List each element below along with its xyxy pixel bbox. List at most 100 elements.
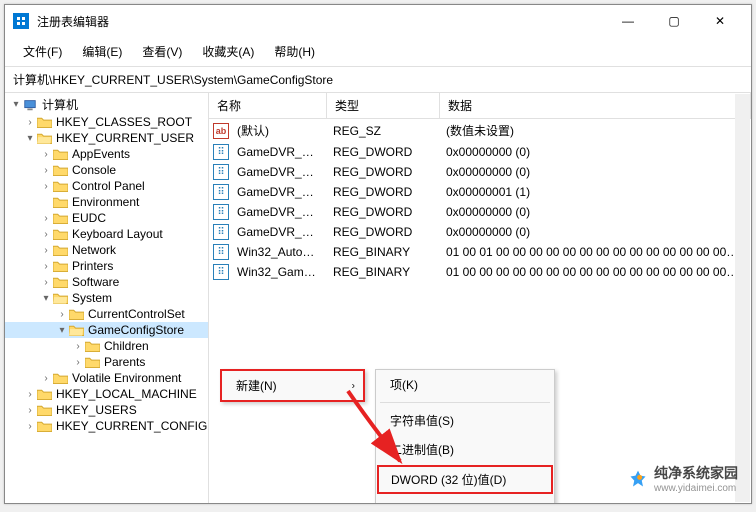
- tree-parents[interactable]: ›Parents: [5, 354, 208, 370]
- tree-system[interactable]: ▾System: [5, 290, 208, 306]
- folder-icon: [53, 195, 69, 209]
- folder-icon: [85, 355, 101, 369]
- context-menu-new: 新建(N)›: [220, 369, 365, 402]
- regedit-window: 注册表编辑器 — ▢ ✕ 文件(F) 编辑(E) 查看(V) 收藏夹(A) 帮助…: [4, 4, 752, 504]
- titlebar: 注册表编辑器 — ▢ ✕: [5, 5, 751, 37]
- ctx-dword[interactable]: DWORD (32 位)值(D): [377, 465, 553, 494]
- tree-children[interactable]: ›Children: [5, 338, 208, 354]
- string-value-icon: [213, 123, 229, 139]
- value-name: GameDVR_DX…: [231, 144, 327, 160]
- col-type[interactable]: 类型: [327, 93, 440, 118]
- tree-hkcu[interactable]: ▾HKEY_CURRENT_USER: [5, 130, 208, 146]
- folder-open-icon: [69, 323, 85, 337]
- separator: [380, 402, 550, 403]
- binary-value-icon: [213, 204, 229, 220]
- menubar: 文件(F) 编辑(E) 查看(V) 收藏夹(A) 帮助(H): [5, 37, 751, 67]
- binary-value-icon: [213, 264, 229, 280]
- value-type: REG_SZ: [327, 123, 440, 139]
- value-type: REG_DWORD: [327, 204, 440, 220]
- tree-appevents[interactable]: ›AppEvents: [5, 146, 208, 162]
- tree-printers[interactable]: ›Printers: [5, 258, 208, 274]
- chevron-right-icon: ›: [352, 380, 355, 391]
- ctx-string[interactable]: 字符串值(S): [376, 406, 554, 435]
- folder-icon: [53, 275, 69, 289]
- folder-icon: [53, 163, 69, 177]
- tree-gameconfigstore[interactable]: ▾GameConfigStore: [5, 322, 208, 338]
- menu-favorites[interactable]: 收藏夹(A): [192, 39, 264, 64]
- value-data: 0x00000000 (0): [440, 224, 751, 240]
- folder-icon: [37, 387, 53, 401]
- tree-controlpanel[interactable]: ›Control Panel: [5, 178, 208, 194]
- minimize-button[interactable]: —: [605, 5, 651, 37]
- folder-icon: [53, 147, 69, 161]
- value-name: Win32_AutoGa…: [231, 244, 327, 260]
- tree-ccs[interactable]: ›CurrentControlSet: [5, 306, 208, 322]
- folder-icon: [53, 371, 69, 385]
- folder-icon: [53, 211, 69, 225]
- value-row[interactable]: GameDVR_DX…REG_DWORD0x00000000 (0): [209, 142, 751, 162]
- binary-value-icon: [213, 144, 229, 160]
- app-icon: [13, 13, 29, 29]
- value-name: GameDVR_Ho…: [231, 224, 327, 240]
- value-data: 0x00000000 (0): [440, 164, 751, 180]
- folder-icon: [53, 227, 69, 241]
- value-row[interactable]: Win32_AutoGa…REG_BINARY01 00 01 00 00 00…: [209, 242, 751, 262]
- value-name: GameDVR_Ena…: [231, 184, 327, 200]
- value-row[interactable]: GameDVR_EFS…REG_DWORD0x00000000 (0): [209, 162, 751, 182]
- value-data: 01 00 01 00 00 00 00 00 00 00 00 00 00 0…: [440, 244, 751, 260]
- folder-icon: [53, 259, 69, 273]
- tree-root[interactable]: ▾计算机: [5, 95, 208, 114]
- list-header: 名称 类型 数据: [209, 93, 751, 119]
- tree-console[interactable]: ›Console: [5, 162, 208, 178]
- tree-hkcr[interactable]: ›HKEY_CLASSES_ROOT: [5, 114, 208, 130]
- watermark-title: 纯净系统家园: [654, 463, 738, 483]
- tree-software[interactable]: ›Software: [5, 274, 208, 290]
- tree-eudc[interactable]: ›EUDC: [5, 210, 208, 226]
- tree-network[interactable]: ›Network: [5, 242, 208, 258]
- value-name: GameDVR_FSE…: [231, 204, 327, 220]
- binary-value-icon: [213, 244, 229, 260]
- folder-icon: [37, 403, 53, 417]
- folder-icon: [37, 115, 53, 129]
- folder-icon: [53, 179, 69, 193]
- ctx-new[interactable]: 新建(N)›: [222, 371, 363, 400]
- ctx-qword[interactable]: QWORD (64 位)值(Q): [376, 495, 554, 503]
- value-data: 0x00000000 (0): [440, 204, 751, 220]
- col-data[interactable]: 数据: [440, 93, 751, 118]
- tree-hkcc[interactable]: ›HKEY_CURRENT_CONFIG: [5, 418, 208, 434]
- ctx-key[interactable]: 项(K): [376, 370, 554, 399]
- binary-value-icon: [213, 224, 229, 240]
- folder-open-icon: [53, 291, 69, 305]
- value-row[interactable]: GameDVR_Ho…REG_DWORD0x00000000 (0): [209, 222, 751, 242]
- col-name[interactable]: 名称: [209, 93, 327, 118]
- tree-environment[interactable]: Environment: [5, 194, 208, 210]
- value-row[interactable]: Win32_GameM…REG_BINARY01 00 00 00 00 00 …: [209, 262, 751, 282]
- menu-help[interactable]: 帮助(H): [264, 39, 325, 64]
- value-data: (数值未设置): [440, 121, 751, 140]
- maximize-button[interactable]: ▢: [651, 5, 697, 37]
- watermark-url: www.yidaimei.com: [654, 483, 738, 494]
- tree-volatile[interactable]: ›Volatile Environment: [5, 370, 208, 386]
- context-submenu: 项(K) 字符串值(S) 二进制值(B) DWORD (32 位)值(D) QW…: [375, 369, 555, 503]
- menu-edit[interactable]: 编辑(E): [72, 39, 132, 64]
- menu-file[interactable]: 文件(F): [13, 39, 72, 64]
- value-row[interactable]: GameDVR_FSE…REG_DWORD0x00000000 (0): [209, 202, 751, 222]
- menu-view[interactable]: 查看(V): [132, 39, 192, 64]
- value-data: 0x00000000 (0): [440, 144, 751, 160]
- computer-icon: [23, 98, 39, 112]
- ctx-binary[interactable]: 二进制值(B): [376, 435, 554, 464]
- value-data: 01 00 00 00 00 00 00 00 00 00 00 00 00 0…: [440, 264, 751, 280]
- value-name: (默认): [231, 121, 327, 140]
- address-bar[interactable]: 计算机\HKEY_CURRENT_USER\System\GameConfigS…: [5, 67, 751, 93]
- tree-hku[interactable]: ›HKEY_USERS: [5, 402, 208, 418]
- tree-keyboard[interactable]: ›Keyboard Layout: [5, 226, 208, 242]
- value-row[interactable]: GameDVR_Ena…REG_DWORD0x00000001 (1): [209, 182, 751, 202]
- value-type: REG_DWORD: [327, 144, 440, 160]
- close-button[interactable]: ✕: [697, 5, 743, 37]
- value-row[interactable]: (默认)REG_SZ(数值未设置): [209, 119, 751, 142]
- tree-hklm[interactable]: ›HKEY_LOCAL_MACHINE: [5, 386, 208, 402]
- scrollbar[interactable]: [735, 94, 750, 502]
- tree-pane[interactable]: ▾计算机 ›HKEY_CLASSES_ROOT ▾HKEY_CURRENT_US…: [5, 93, 209, 503]
- value-type: REG_BINARY: [327, 264, 440, 280]
- value-type: REG_DWORD: [327, 164, 440, 180]
